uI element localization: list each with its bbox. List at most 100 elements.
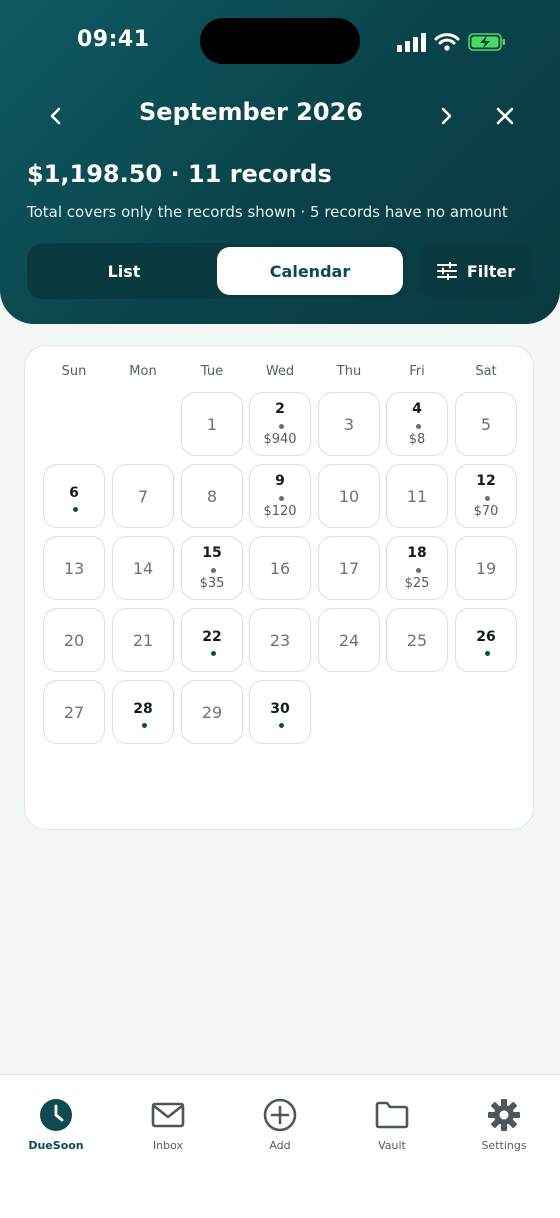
day-amount: $8 — [408, 432, 426, 447]
record-indicator-dot — [211, 651, 216, 656]
calendar-day-28[interactable]: 28 — [112, 680, 174, 744]
tab-vault[interactable]: Vault — [342, 1097, 442, 1152]
battery-charging-icon — [468, 33, 505, 51]
calendar-day-14[interactable]: 14 — [112, 536, 174, 600]
record-indicator-dot — [142, 723, 147, 728]
calendar-day-18[interactable]: 18 $25 — [386, 536, 448, 600]
status-icons — [396, 30, 506, 54]
day-number: 7 — [137, 487, 149, 506]
calendar-day-9[interactable]: 9 $120 — [249, 464, 311, 528]
day-number: 18 — [407, 545, 427, 561]
calendar-day-5[interactable]: 5 — [455, 392, 517, 456]
day-number: 26 — [476, 629, 496, 645]
tab-duesoon[interactable]: DueSoon — [6, 1097, 106, 1152]
day-number: 30 — [270, 701, 290, 717]
sliders-icon — [436, 262, 457, 280]
calendar-day-6[interactable]: 6 — [43, 464, 105, 528]
calendar-day-4[interactable]: 4 $8 — [386, 392, 448, 456]
calendar-day-30[interactable]: 30 — [249, 680, 311, 744]
next-month-button[interactable] — [426, 96, 466, 136]
calendar-day-12[interactable]: 12 $70 — [455, 464, 517, 528]
day-number: 1 — [206, 415, 218, 434]
calendar-day-13[interactable]: 13 — [43, 536, 105, 600]
status-time: 09:41 — [77, 27, 150, 52]
day-number: 27 — [63, 703, 85, 722]
day-number: 11 — [406, 487, 428, 506]
record-indicator-dot — [279, 496, 284, 501]
tab-label: Inbox — [152, 1139, 184, 1152]
tab-label: Add — [269, 1139, 291, 1152]
list-view-tab[interactable]: List — [31, 247, 217, 295]
filter-button[interactable]: Filter — [419, 243, 533, 299]
weekday-header-mon: Mon — [129, 364, 157, 379]
record-indicator-dot — [279, 723, 284, 728]
record-indicator-dot — [279, 424, 284, 429]
calendar-day-20[interactable]: 20 — [43, 608, 105, 672]
day-number: 4 — [412, 401, 422, 417]
gear-icon — [488, 1099, 520, 1131]
weekday-header-fri: Fri — [409, 364, 425, 379]
record-indicator-dot — [485, 496, 490, 501]
day-number: 16 — [269, 559, 291, 578]
calendar-day-27[interactable]: 27 — [43, 680, 105, 744]
filter-label: Filter — [466, 261, 516, 281]
day-number: 5 — [480, 415, 492, 434]
calendar-day-3[interactable]: 3 — [318, 392, 380, 456]
total-note: Total covers only the records shown · 5 … — [27, 203, 508, 221]
chevron-right-icon — [441, 107, 452, 125]
calendar-day-15[interactable]: 15 $35 — [181, 536, 243, 600]
records-summary: $1,198.50 · 11 records — [27, 160, 332, 188]
day-amount: $120 — [263, 504, 297, 519]
wifi-icon — [434, 33, 460, 51]
day-number: 6 — [69, 485, 79, 501]
day-number: 14 — [132, 559, 154, 578]
day-number: 25 — [406, 631, 428, 650]
close-button[interactable] — [485, 96, 525, 136]
day-number: 10 — [338, 487, 360, 506]
calendar-day-10[interactable]: 10 — [318, 464, 380, 528]
day-number: 9 — [275, 473, 285, 489]
day-amount: $940 — [263, 432, 297, 447]
calendar-day-16[interactable]: 16 — [249, 536, 311, 600]
calendar-day-11[interactable]: 11 — [386, 464, 448, 528]
folder-icon — [375, 1101, 409, 1129]
weekday-header-thu: Thu — [336, 364, 362, 379]
calendar-day-7[interactable]: 7 — [112, 464, 174, 528]
record-indicator-dot — [73, 507, 78, 512]
record-indicator-dot — [485, 651, 490, 656]
day-number: 15 — [202, 545, 222, 561]
calendar-day-2[interactable]: 2 $940 — [249, 392, 311, 456]
tab-label: DueSoon — [28, 1139, 84, 1152]
tab-settings[interactable]: Settings — [454, 1097, 554, 1152]
calendar-day-21[interactable]: 21 — [112, 608, 174, 672]
calendar-day-24[interactable]: 24 — [318, 608, 380, 672]
calendar-card: Sun Mon Tue Wed Thu Fri Sat 1 2 $940 3 4 $8 5 6 7 8 9 $120… — [24, 345, 534, 830]
day-number: 2 — [275, 401, 285, 417]
day-amount: $70 — [473, 504, 499, 519]
day-number: 13 — [63, 559, 85, 578]
calendar-day-22[interactable]: 22 — [181, 608, 243, 672]
calendar-day-19[interactable]: 19 — [455, 536, 517, 600]
tab-add[interactable]: Add — [230, 1097, 330, 1152]
calendar-day-1[interactable]: 1 — [181, 392, 243, 456]
tab-inbox[interactable]: Inbox — [118, 1097, 218, 1152]
weekday-header-wed: Wed — [265, 364, 295, 379]
day-number: 23 — [269, 631, 291, 650]
day-number: 8 — [206, 487, 218, 506]
calendar-day-8[interactable]: 8 — [181, 464, 243, 528]
calendar-view-tab[interactable]: Calendar — [217, 247, 403, 295]
record-indicator-dot — [416, 424, 421, 429]
calendar-day-25[interactable]: 25 — [386, 608, 448, 672]
close-icon — [496, 107, 514, 125]
tab-label: Vault — [378, 1139, 406, 1152]
clock-icon — [40, 1099, 72, 1131]
calendar-day-26[interactable]: 26 — [455, 608, 517, 672]
plus-circle-icon — [263, 1098, 297, 1132]
calendar-day-17[interactable]: 17 — [318, 536, 380, 600]
day-number: 24 — [338, 631, 360, 650]
record-indicator-dot — [211, 568, 216, 573]
calendar-day-23[interactable]: 23 — [249, 608, 311, 672]
day-number: 22 — [202, 629, 222, 645]
calendar-day-29[interactable]: 29 — [181, 680, 243, 744]
header: 09:41 September 2026 $1,198.50 · 11 reco… — [0, 0, 560, 324]
